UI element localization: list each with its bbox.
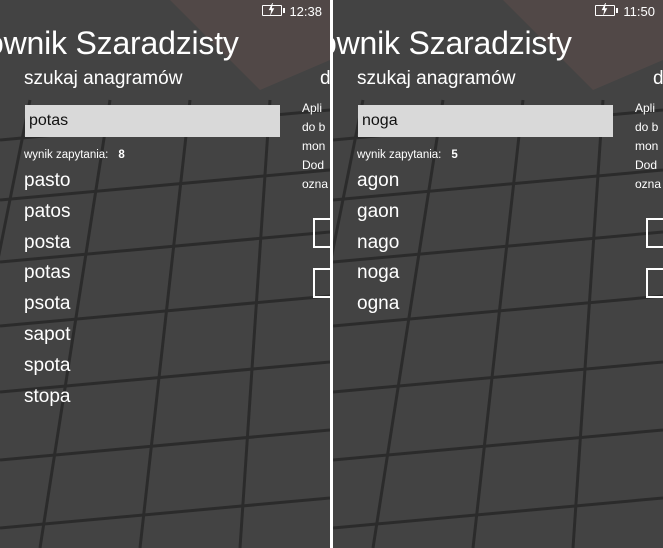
page-title: szukaj anagramów bbox=[357, 68, 516, 89]
list-item[interactable]: gaon bbox=[357, 199, 399, 230]
result-summary: wynik zapytania: 8 bbox=[24, 149, 125, 161]
app-title: ownik Szaradzisty bbox=[333, 25, 572, 61]
battery-charging-icon bbox=[262, 3, 285, 16]
list-item[interactable]: agon bbox=[357, 168, 399, 199]
next-page-peek[interactable]: d bbox=[653, 68, 663, 90]
result-count: 8 bbox=[118, 149, 125, 161]
list-item[interactable]: stopa bbox=[24, 384, 70, 415]
peek-checkbox[interactable] bbox=[313, 268, 330, 298]
result-label: wynik zapytania: bbox=[357, 149, 442, 161]
list-item[interactable]: psota bbox=[24, 291, 70, 322]
search-input[interactable] bbox=[358, 105, 613, 137]
search-input[interactable] bbox=[25, 105, 280, 137]
list-item[interactable]: potas bbox=[24, 260, 70, 291]
app-title: ownik Szaradzisty bbox=[0, 25, 239, 61]
peek-checkbox[interactable] bbox=[646, 218, 663, 248]
anagram-results-list: agon gaon nago noga ogna bbox=[357, 168, 399, 322]
list-item[interactable]: spota bbox=[24, 353, 70, 384]
list-item[interactable]: patos bbox=[24, 199, 70, 230]
status-time: 12:38 bbox=[289, 4, 322, 19]
status-bar: 11:50 bbox=[543, 0, 663, 24]
result-label: wynik zapytania: bbox=[24, 149, 109, 161]
peek-checkbox[interactable] bbox=[646, 268, 663, 298]
next-page-peek[interactable]: d bbox=[320, 68, 330, 90]
list-item[interactable]: nago bbox=[357, 230, 399, 261]
list-item[interactable]: pasto bbox=[24, 168, 70, 199]
page-title: szukaj anagramów bbox=[24, 68, 183, 89]
status-time: 11:50 bbox=[623, 4, 655, 19]
status-bar: 12:38 bbox=[210, 0, 330, 24]
result-count: 5 bbox=[451, 149, 458, 161]
list-item[interactable]: noga bbox=[357, 260, 399, 291]
next-page-peek-text: Apli do b mon Dod ozna bbox=[302, 101, 329, 191]
anagram-results-list: pasto patos posta potas psota sapot spot… bbox=[24, 168, 70, 414]
list-item[interactable]: ogna bbox=[357, 291, 399, 322]
result-summary: wynik zapytania: 5 bbox=[357, 149, 458, 161]
list-item[interactable]: sapot bbox=[24, 322, 70, 353]
list-item[interactable]: posta bbox=[24, 230, 70, 261]
phone-screen-left: 12:38 ownik Szaradzisty szukaj anagramów… bbox=[0, 0, 330, 548]
peek-checkbox[interactable] bbox=[313, 218, 330, 248]
phone-screen-right: 11:50 ownik Szaradzisty szukaj anagramów… bbox=[333, 0, 663, 548]
battery-charging-icon bbox=[595, 3, 618, 16]
next-page-peek-text: Apli do b mon Dod ozna bbox=[635, 101, 662, 191]
